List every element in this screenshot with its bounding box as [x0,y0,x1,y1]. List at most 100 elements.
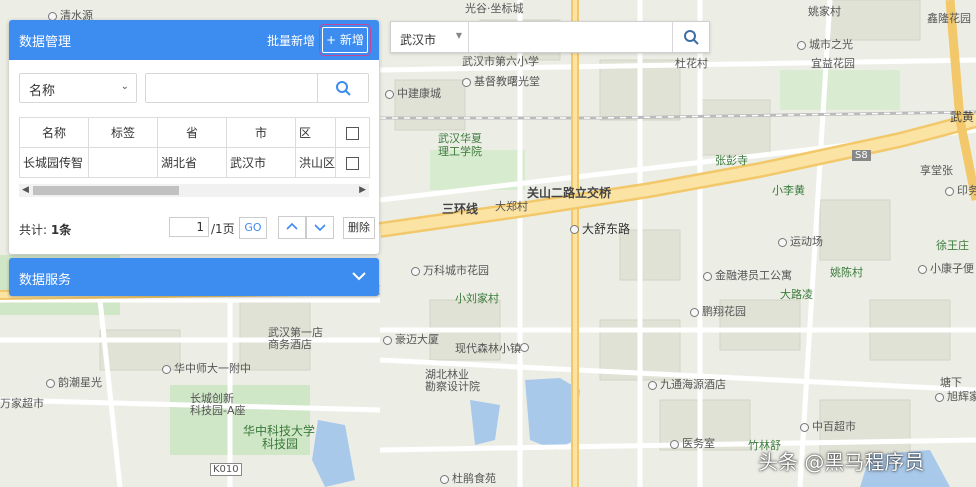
chevron-up-icon [286,222,298,230]
page-total: /1页 [211,222,235,236]
map-poi: 中建康城 [385,85,441,101]
go-button[interactable]: GO [239,217,267,239]
map-road-sign: S8 [852,150,871,161]
map-poi: 张彭寺 [715,154,748,167]
total-count: 共计: 1条 [19,221,71,238]
column-header[interactable]: 标签 [88,117,158,148]
scroll-left-icon[interactable]: ◀ [22,184,29,197]
table-cell: 洪山区 [295,147,336,178]
next-page-button[interactable] [306,216,334,239]
batch-add-button[interactable]: 批量新增 [267,32,315,49]
map-poi: 享堂张 [920,164,953,177]
map-poi [520,340,532,353]
horizontal-scrollbar[interactable]: ◀ ▶ [19,184,369,197]
total-label: 共计: [19,223,51,237]
map-poi: 姚家村 [808,5,841,18]
map-poi: 宜益花园 [811,57,855,70]
table-header-row: 名称 标签 省 市 区 [19,117,370,148]
search-icon [336,81,351,96]
map-poi: 豪迈大厦 [383,331,439,347]
table-cell [88,147,158,178]
chevron-down-icon [314,224,326,232]
map-road-label: 大郑村 [495,200,528,213]
map-poi: 大舒东路 [570,220,630,237]
map-poi: 旭辉家园 [935,388,976,404]
pagination-bar: 共计: 1条 1 /1页 GO 删除 [19,216,375,239]
search-icon [684,30,699,45]
column-header[interactable]: 区 [295,117,336,148]
place-search-button[interactable] [672,22,709,52]
column-header[interactable]: 市 [226,117,296,148]
row-checkbox-cell [335,147,370,178]
map-poi: 九通海源酒店 [648,376,726,392]
scrollbar-thumb[interactable] [33,186,179,195]
map-poi: 鹏翔花园 [690,303,746,319]
chevron-down-icon: ⌄ [120,81,129,92]
map-poi: 小康子便 [918,260,974,276]
city-select[interactable]: 武汉市 ▼ [391,22,469,52]
column-header[interactable]: 省 [157,117,227,148]
data-services-panel[interactable]: 数据服务 [9,258,379,296]
map-poi: 城市之光 [797,36,853,52]
map-poi: 鑫隆花园 [927,12,971,25]
map-poi: 金融港员工公寓 [703,267,792,283]
map-poi: 小李黄 [772,184,805,197]
map-poi: 科技园-A座 [190,404,246,417]
row-checkbox[interactable] [346,156,359,170]
filter-search-box [145,73,369,103]
filter-field-select[interactable]: 名称 ⌄ [19,73,137,103]
select-all-checkbox-cell [335,117,370,148]
map-road-label: 关山二路立交桥 [527,186,612,200]
panel-title: 数据管理 [19,35,72,50]
map-poi: 商务酒店 [268,338,312,351]
map-poi: 运动场 [778,233,823,249]
map-poi: 华中师大一附中 [162,360,251,376]
previous-page-button[interactable] [278,216,306,239]
table-row[interactable]: 长城园传智 湖北省 武汉市 洪山区 [19,147,370,178]
page-number-input[interactable]: 1 [169,217,209,237]
select-all-checkbox[interactable] [346,126,359,140]
filter-row: 名称 ⌄ [19,73,369,103]
table-cell: 武汉市 [226,147,296,178]
panel-header: 数据管理 批量新增 + 新增 [9,20,379,60]
map-poi: 科技园 [262,437,299,451]
filter-search-input[interactable] [146,74,326,100]
map-poi: 现代森林小镇 [455,342,521,355]
map-poi: 韵潮星光 [46,374,102,390]
table-cell: 湖北省 [157,147,227,178]
filter-field-value: 名称 [29,84,56,99]
place-search-input[interactable] [471,24,673,50]
map-poi: 印务 [945,182,976,198]
services-title: 数据服务 [19,273,72,288]
chevron-down-icon[interactable] [351,268,367,287]
map-poi: 光谷·坐标城 [465,2,524,15]
delete-button[interactable]: 删除 [343,217,375,239]
map-poi: 万科城市花园 [411,262,489,278]
map-poi: 小刘家村 [455,292,499,305]
caret-down-icon: ▼ [455,31,462,40]
data-management-panel: 数据管理 批量新增 + 新增 名称 ⌄ 名称 标签 省 市 区 长城园传智 湖北… [9,20,379,254]
map-poi: 理工学院 [438,145,482,158]
map-poi: 杜鹃食苑 [440,470,496,486]
map-poi: 勘察设计院 [425,380,480,393]
map-poi: 中百超市 [800,418,856,434]
map-poi: 武汉市第六小学 [462,55,539,68]
column-header[interactable]: 名称 [19,117,89,148]
map-poi: 姚陈村 [830,266,863,279]
city-value: 武汉市 [400,33,437,47]
add-button[interactable]: + 新增 [319,24,371,56]
map-poi: 基督教曙光堂 [462,73,540,89]
map-poi: 万家超市 [0,397,44,410]
total-value: 1条 [50,223,72,237]
map-poi: 杜花村 [675,57,708,70]
watermark: 头条 @黑马程序员 [758,450,925,474]
map-road-sign: K010 [210,463,242,476]
map-road-label: 三环线 [442,202,479,216]
map-road-label: 武黄 [950,110,975,124]
data-table: 名称 标签 省 市 区 长城园传智 湖北省 武汉市 洪山区 [19,117,370,178]
scroll-right-icon[interactable]: ▶ [359,184,366,197]
map-poi: 徐王庄 [936,239,969,252]
search-button[interactable] [317,74,368,102]
map-poi: 医务室 [670,435,715,451]
map-poi: 大路凌 [780,288,813,301]
